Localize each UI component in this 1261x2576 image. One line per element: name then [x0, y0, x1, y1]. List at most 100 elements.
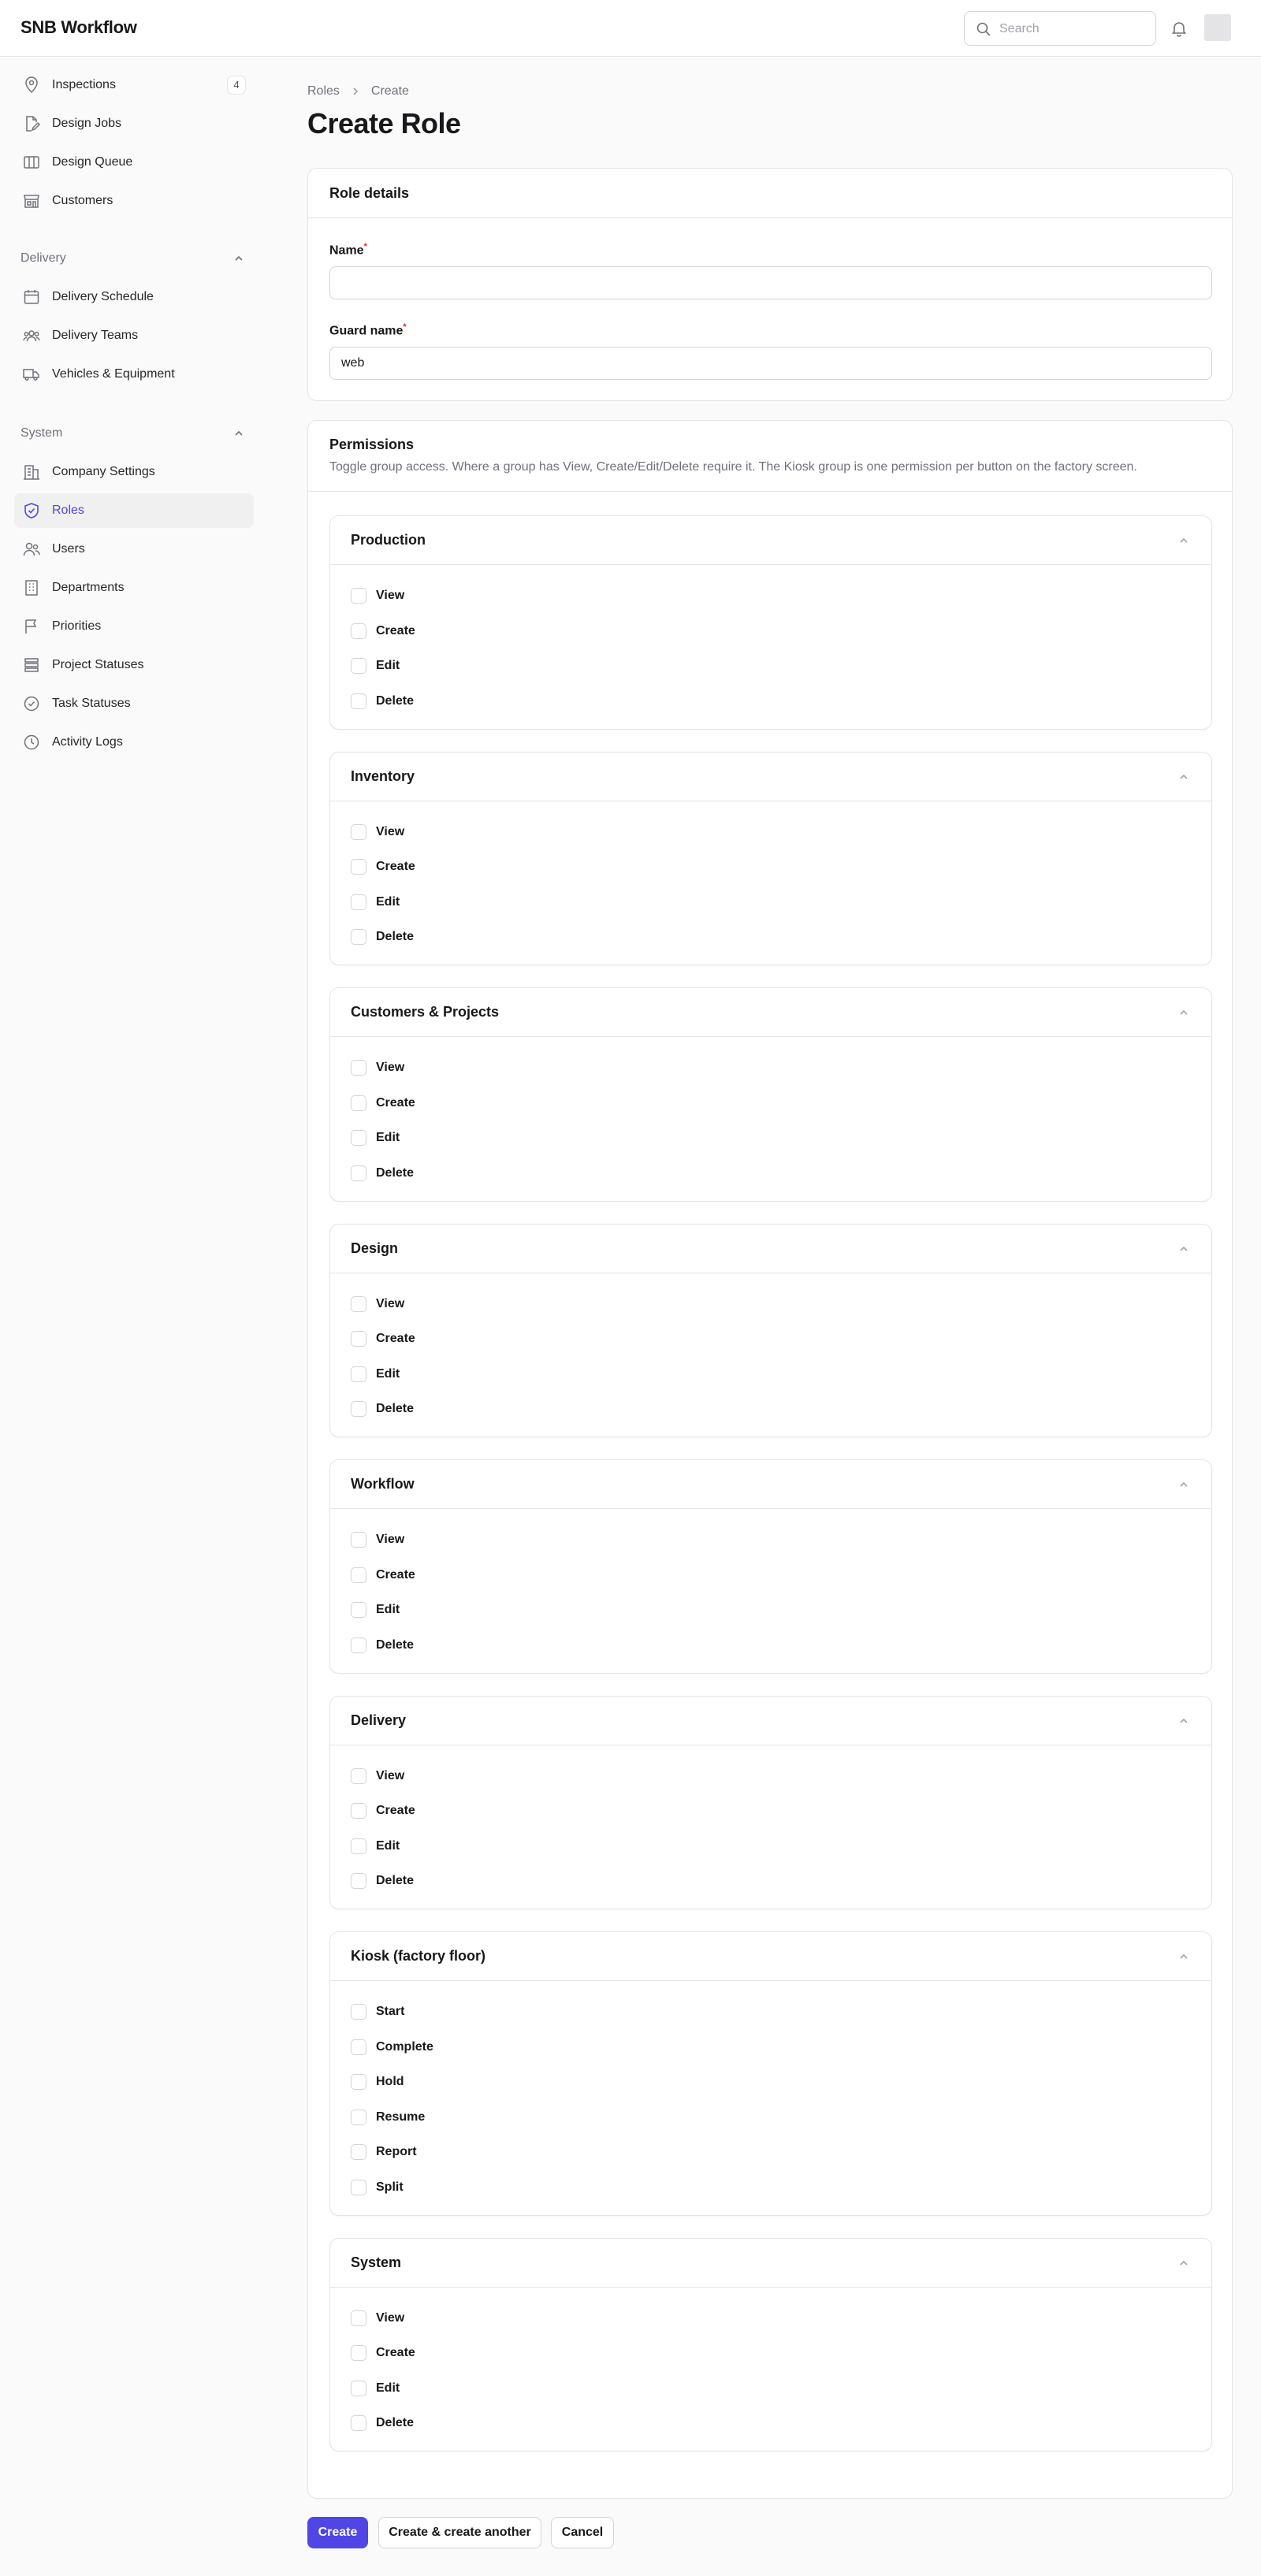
checkbox[interactable] — [351, 588, 366, 604]
checkbox[interactable] — [351, 2310, 366, 2326]
sidebar-item-inspections[interactable]: Inspections 4 — [14, 68, 254, 102]
checkbox[interactable] — [351, 1803, 366, 1819]
chevron-up-icon[interactable] — [232, 251, 246, 266]
checkbox[interactable] — [351, 1130, 366, 1146]
checkbox[interactable] — [351, 894, 366, 910]
checkbox[interactable] — [351, 2109, 366, 2125]
permission-section-system: System View Create Edit Delete — [329, 2237, 1212, 2451]
chevron-up-icon[interactable] — [1177, 533, 1191, 548]
sidebar-item-vehicles-equipment[interactable]: Vehicles & Equipment — [14, 357, 254, 392]
section-header[interactable]: Production — [330, 516, 1211, 565]
checkbox[interactable] — [351, 2144, 366, 2160]
sidebar-item-project-statuses[interactable]: Project Statuses — [14, 648, 254, 682]
checkbox[interactable] — [351, 823, 366, 840]
guard-name-input[interactable] — [329, 347, 1212, 380]
card-title: Role details — [329, 185, 410, 201]
sidebar-item-delivery-schedule[interactable]: Delivery Schedule — [14, 280, 254, 314]
chevron-up-icon[interactable] — [1177, 2256, 1191, 2270]
breadcrumb-roles[interactable]: Roles — [307, 84, 340, 99]
section-header[interactable]: Delivery — [330, 1697, 1211, 1745]
calendar-icon — [24, 290, 39, 304]
sidebar-item-label: Customers — [52, 194, 113, 207]
cancel-button[interactable]: Cancel — [551, 2517, 614, 2548]
map-pin-icon — [25, 76, 38, 94]
name-input[interactable] — [329, 266, 1212, 299]
chevron-up-icon[interactable] — [232, 426, 246, 440]
section-title: System — [351, 2254, 402, 2270]
bell-icon[interactable] — [1170, 19, 1188, 38]
app-title[interactable]: SNB Workflow — [20, 17, 137, 38]
checkbox-label: Split — [376, 2180, 404, 2194]
section-title: Delivery — [351, 1712, 407, 1728]
checkbox[interactable] — [351, 1873, 366, 1889]
sidebar-item-priorities[interactable]: Priorities — [14, 609, 254, 644]
checkbox[interactable] — [351, 1532, 366, 1548]
checkbox[interactable] — [351, 1838, 366, 1854]
avatar[interactable] — [1204, 14, 1231, 41]
chevron-up-icon[interactable] — [1177, 1950, 1191, 1964]
checkbox-label: Delete — [376, 693, 415, 708]
permission-section-design: Design View Create Edit Delete — [329, 1223, 1212, 1437]
sidebar-item-task-statuses[interactable]: Task Statuses — [14, 686, 254, 721]
sidebar-item-activity-logs[interactable]: Activity Logs — [14, 725, 254, 760]
checkbox[interactable] — [351, 2179, 366, 2195]
chevron-up-icon[interactable] — [1177, 770, 1191, 784]
create-another-button[interactable]: Create & create another — [378, 2517, 541, 2548]
section-header[interactable]: Kiosk (factory floor) — [330, 1932, 1211, 1981]
sidebar-item-label: Departments — [52, 581, 125, 594]
chevron-up-icon[interactable] — [1177, 1242, 1191, 1256]
sidebar-item-roles[interactable]: Roles — [14, 493, 254, 528]
sidebar-item-company-settings[interactable]: Company Settings — [14, 455, 254, 489]
checkbox[interactable] — [351, 1567, 366, 1583]
card-title: Permissions — [329, 437, 415, 452]
checkbox[interactable] — [351, 2415, 366, 2431]
checkbox[interactable] — [351, 929, 366, 945]
checkbox[interactable] — [351, 859, 366, 875]
section-header[interactable]: System — [330, 2239, 1211, 2288]
sidebar-item-design-queue[interactable]: Design Queue — [14, 145, 254, 180]
checkbox-label: View — [376, 2310, 405, 2325]
checkbox[interactable] — [351, 1637, 366, 1653]
global-search[interactable]: Search — [964, 11, 1156, 46]
chevron-up-icon[interactable] — [1177, 1478, 1191, 1492]
sidebar-group-system[interactable]: System — [20, 422, 246, 445]
checkbox[interactable] — [351, 658, 366, 674]
sidebar-item-label: Task Statuses — [52, 697, 131, 710]
section-header[interactable]: Design — [330, 1225, 1211, 1273]
checkbox[interactable] — [351, 1401, 366, 1417]
checkbox[interactable] — [351, 2380, 366, 2396]
document-pen-icon — [26, 116, 41, 132]
checkbox[interactable] — [351, 623, 366, 639]
checkbox[interactable] — [351, 2345, 366, 2361]
sidebar-group-delivery[interactable]: Delivery — [20, 247, 246, 270]
chevron-up-icon[interactable] — [1177, 1714, 1191, 1728]
sidebar-item-customers[interactable]: Customers — [14, 184, 254, 218]
create-button[interactable]: Create — [307, 2517, 368, 2548]
checkbox[interactable] — [351, 1366, 366, 1382]
checkbox[interactable] — [351, 693, 366, 709]
section-header[interactable]: Inventory — [330, 753, 1211, 801]
sidebar-item-users[interactable]: Users — [14, 532, 254, 567]
checkbox[interactable] — [351, 1331, 366, 1347]
checkbox[interactable] — [351, 2039, 366, 2055]
checkbox[interactable] — [351, 1165, 366, 1181]
section-header[interactable]: Customers & Projects — [330, 988, 1211, 1037]
chevron-up-icon[interactable] — [1177, 1005, 1191, 1020]
search-icon — [976, 22, 991, 36]
checkbox[interactable] — [351, 2074, 366, 2090]
checkbox[interactable] — [351, 1295, 366, 1312]
role-details-card: Role details Name* Guard name* — [307, 168, 1233, 401]
sidebar-item-design-jobs[interactable]: Design Jobs — [14, 106, 254, 141]
sidebar-item-label: Users — [52, 542, 85, 556]
checkbox-label: Delete — [376, 1637, 415, 1652]
checkbox[interactable] — [351, 1768, 366, 1784]
checkbox[interactable] — [351, 1095, 366, 1111]
section-header[interactable]: Workflow — [330, 1460, 1211, 1509]
checkbox[interactable] — [351, 1602, 366, 1618]
required-mark: * — [403, 322, 407, 332]
checkbox[interactable] — [351, 1060, 366, 1076]
sidebar-item-delivery-teams[interactable]: Delivery Teams — [14, 318, 254, 353]
sidebar-item-departments[interactable]: Departments — [14, 571, 254, 605]
checkbox[interactable] — [351, 2004, 366, 2020]
columns-icon — [24, 156, 39, 169]
